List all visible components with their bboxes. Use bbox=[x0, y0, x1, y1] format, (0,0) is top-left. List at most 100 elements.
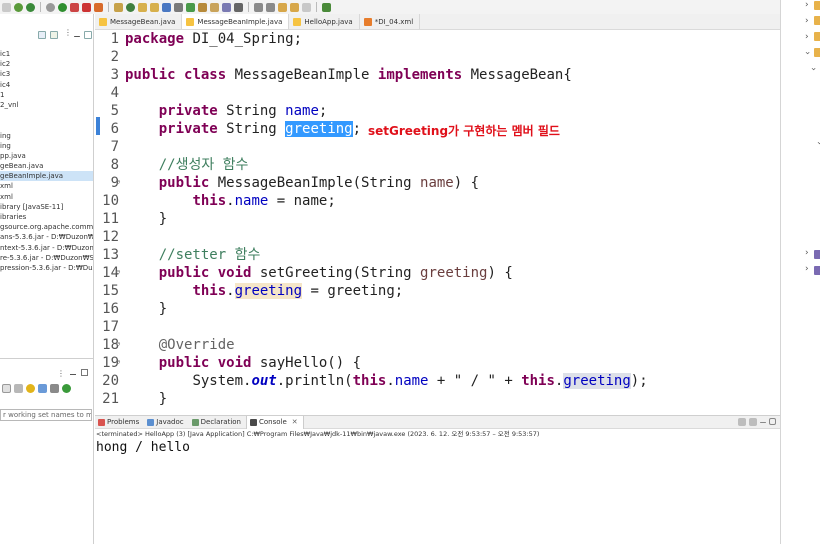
code-line-14: public void setGreeting(String greeting)… bbox=[125, 264, 513, 282]
new-class-icon[interactable] bbox=[126, 2, 135, 12]
tab-di04-xml[interactable]: *DI_04.xml bbox=[360, 14, 421, 29]
tree-item[interactable]: ic3 bbox=[0, 69, 93, 79]
tree-item[interactable] bbox=[0, 110, 93, 120]
close-icon[interactable]: ✕ bbox=[292, 418, 298, 426]
fold-toggle-icon[interactable]: ⊖ bbox=[116, 340, 120, 348]
code-editor[interactable]: 1 2 3 4 5 6 7 8 9 10 11 12 13 14 15 16 17 18 19 20 21 ⊖ ⊖ ⊖ ⊖ pa… bbox=[95, 30, 780, 415]
tab-messagebeanimple[interactable]: MessageBeanImple.java bbox=[182, 14, 290, 29]
collapse-arrow-icon[interactable]: › bbox=[808, 67, 818, 71]
lightbulb-icon[interactable] bbox=[26, 383, 35, 393]
tree-item[interactable]: gsource.org.apache.commons bbox=[0, 222, 93, 232]
code-text: DI_04_Spring; bbox=[184, 31, 303, 47]
fold-toggle-icon[interactable]: ⊖ bbox=[116, 178, 120, 186]
minimize-icon[interactable] bbox=[74, 36, 80, 37]
debug-icon[interactable] bbox=[14, 2, 23, 12]
minimize-icon[interactable] bbox=[760, 422, 766, 423]
back-icon[interactable] bbox=[290, 2, 299, 12]
view-menu-icon[interactable]: ⋮ bbox=[57, 369, 65, 378]
minimize-icon[interactable] bbox=[70, 374, 76, 375]
collapse-arrow-icon[interactable]: › bbox=[802, 51, 812, 55]
expand-arrow-icon[interactable]: › bbox=[805, 248, 809, 258]
tree-item[interactable]: pression-5.3.6.jar - D:₩Duzon bbox=[0, 263, 93, 273]
explorer-header: ⋮ bbox=[0, 14, 93, 40]
settings-icon[interactable] bbox=[46, 2, 55, 12]
tab-messagebean[interactable]: MessageBean.java bbox=[95, 14, 183, 29]
package-icon bbox=[814, 48, 820, 57]
forward-icon[interactable] bbox=[302, 2, 311, 12]
run-external-icon[interactable] bbox=[70, 2, 79, 12]
line-number: 10 bbox=[102, 193, 119, 209]
bookmark-icon[interactable] bbox=[14, 383, 23, 393]
build-icon[interactable] bbox=[94, 2, 103, 12]
working-set-filter-input[interactable]: r working set names to matc bbox=[0, 409, 92, 421]
tab-problems[interactable]: Problems bbox=[95, 416, 144, 429]
new-icon[interactable] bbox=[2, 2, 11, 12]
maximize-icon[interactable] bbox=[769, 418, 776, 425]
tree-item[interactable]: ans-5.3.6.jar - D:₩Duzon₩Spr bbox=[0, 232, 93, 242]
tab-label: HelloApp.java bbox=[304, 17, 353, 26]
fold-toggle-icon[interactable]: ⊖ bbox=[116, 268, 120, 276]
tree-item[interactable]: geBean.java bbox=[0, 161, 93, 171]
last-edit-icon[interactable] bbox=[278, 2, 287, 12]
tree-item[interactable]: geBeanImple.java bbox=[0, 171, 93, 182]
collapse-all-icon[interactable] bbox=[38, 31, 46, 39]
tree-item[interactable]: re-5.3.6.jar - D:₩Duzon₩Sprin bbox=[0, 253, 93, 263]
annotation-icon[interactable] bbox=[210, 2, 219, 12]
new-package-icon[interactable] bbox=[114, 2, 123, 12]
field-name: name bbox=[394, 373, 429, 389]
expand-arrow-icon[interactable]: › bbox=[805, 264, 809, 274]
tree-item[interactable]: ic4 bbox=[0, 80, 93, 90]
console-output[interactable]: hong / hello bbox=[95, 439, 780, 457]
open-folder-icon[interactable] bbox=[150, 2, 159, 12]
pin-icon[interactable] bbox=[186, 2, 195, 12]
line-number: 17 bbox=[102, 319, 119, 335]
open-type-icon[interactable] bbox=[138, 2, 147, 12]
collapse-arrow-icon[interactable]: › bbox=[814, 141, 820, 145]
link-editor-icon[interactable] bbox=[50, 31, 58, 39]
tree-item[interactable]: 1 bbox=[0, 90, 93, 100]
maximize-icon[interactable] bbox=[81, 369, 88, 376]
tree-item[interactable]: ing bbox=[0, 141, 93, 151]
clear-console-icon[interactable] bbox=[738, 418, 746, 426]
coverage-icon[interactable] bbox=[26, 2, 35, 12]
search-dropdown-icon[interactable] bbox=[174, 2, 183, 12]
tree-item[interactable]: pp.java bbox=[0, 151, 93, 161]
hide-fields-icon[interactable] bbox=[50, 383, 59, 393]
tab-javadoc[interactable]: Javadoc bbox=[144, 416, 188, 429]
paragraph-icon[interactable] bbox=[234, 2, 243, 12]
tree-item[interactable]: ic1 bbox=[0, 49, 93, 59]
collapse-icon[interactable] bbox=[2, 383, 11, 393]
tab-declaration[interactable]: Declaration bbox=[189, 416, 246, 429]
expand-arrow-icon[interactable]: › bbox=[805, 16, 809, 26]
run-icon[interactable] bbox=[58, 2, 67, 12]
maximize-icon[interactable] bbox=[84, 31, 92, 39]
tree-item[interactable]: ic2 bbox=[0, 59, 93, 69]
display-console-icon[interactable] bbox=[749, 418, 757, 426]
tree-item[interactable]: ing bbox=[0, 131, 93, 141]
selected-field-name[interactable]: greeting bbox=[285, 121, 353, 137]
tree-item[interactable] bbox=[0, 120, 93, 130]
open-perspective-icon[interactable] bbox=[322, 2, 331, 12]
stop-icon[interactable] bbox=[82, 2, 91, 12]
prev-annotation-icon[interactable] bbox=[266, 2, 275, 12]
tree-item[interactable]: ibraries bbox=[0, 212, 93, 222]
tab-helloapp[interactable]: HelloApp.java bbox=[289, 14, 360, 29]
tab-console[interactable]: Console ✕ bbox=[246, 415, 304, 429]
tree-item[interactable]: 2_vnl bbox=[0, 100, 93, 110]
add-icon[interactable] bbox=[62, 383, 71, 393]
tree-item[interactable]: xml bbox=[0, 192, 93, 202]
tree-item[interactable]: ntext-5.3.6.jar - D:₩Duzon₩Sp bbox=[0, 243, 93, 253]
code-text: ) { bbox=[487, 265, 513, 281]
next-annotation-icon[interactable] bbox=[254, 2, 263, 12]
expand-arrow-icon[interactable]: › bbox=[805, 32, 809, 42]
expand-arrow-icon[interactable]: › bbox=[805, 0, 809, 10]
tree-item[interactable]: ibrary [JavaSE-11] bbox=[0, 202, 93, 212]
toggle-mark-icon[interactable] bbox=[222, 2, 231, 12]
view-menu-icon[interactable]: ⋮ bbox=[64, 28, 72, 37]
main-toolbar bbox=[0, 0, 780, 14]
filter-icon[interactable] bbox=[38, 383, 47, 393]
search-icon[interactable] bbox=[162, 2, 171, 12]
fold-toggle-icon[interactable]: ⊖ bbox=[116, 358, 120, 366]
tree-item[interactable]: xml bbox=[0, 181, 93, 191]
edit-icon[interactable] bbox=[198, 2, 207, 12]
